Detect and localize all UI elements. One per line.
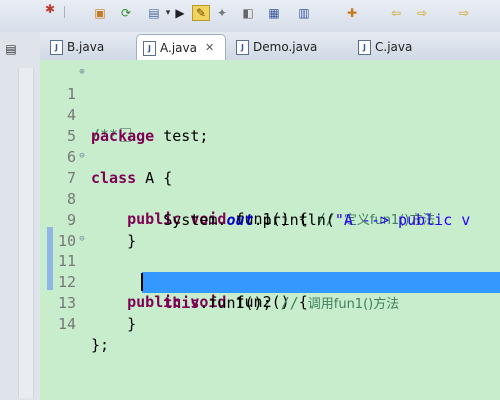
toolbar-separator	[64, 6, 65, 18]
code-text: }	[91, 314, 137, 333]
package-explorer-icon[interactable]: ▤	[0, 38, 22, 60]
java-file-icon: J	[358, 39, 371, 55]
highlight-icon[interactable]: ✎	[192, 5, 210, 21]
window-icon[interactable]: ▥	[296, 6, 312, 20]
toolbox-icon[interactable]: ▣	[92, 6, 108, 20]
fold-expand-icon[interactable]: ⊕	[78, 68, 86, 77]
code-line[interactable]: 6 class A {	[40, 126, 500, 187]
code-line[interactable]: 8 System.out.println("A --> public v	[40, 168, 500, 229]
code-line[interactable]: 10	[40, 210, 500, 250]
code-line[interactable]: 4 package test;	[40, 84, 500, 145]
step-icon[interactable]: ▶	[172, 6, 188, 20]
run-icon[interactable]: ⟳	[118, 6, 134, 20]
editor-tab-strip: J B.java J A.java ✕ J Demo.java J C.java	[40, 32, 500, 61]
java-file-icon: J	[236, 39, 249, 55]
close-icon[interactable]: ✕	[205, 35, 214, 61]
pin-icon[interactable]: ✦	[214, 6, 230, 20]
back-icon[interactable]: ⇦	[388, 6, 404, 20]
tab-label: Demo.java	[253, 40, 318, 54]
code-line[interactable]: 12 this.fun1(); // 调用fun1()方法	[40, 251, 500, 312]
navigate-icon[interactable]: ✚	[344, 6, 360, 20]
left-side-panel: ▤	[0, 32, 41, 400]
tab-label: B.java	[67, 40, 105, 54]
tab-demo-java[interactable]: J Demo.java	[230, 34, 340, 60]
line-number: 14	[57, 314, 76, 333]
code-line[interactable]: 11 ⊖ public void fun2() {	[40, 230, 500, 312]
tab-b-java[interactable]: J B.java	[44, 34, 134, 60]
code-line[interactable]: 14 };	[40, 293, 500, 354]
code-line[interactable]: 1 ⊕ /**	[40, 63, 500, 144]
code-line[interactable]: 7 ⊖ public void fun1() { // 定义fun1()方法	[40, 147, 500, 229]
terminal-icon[interactable]: ▦	[266, 6, 282, 20]
left-panel-scroll[interactable]	[18, 68, 34, 398]
tab-label: C.java	[375, 40, 413, 54]
sync-icon[interactable]: ◧	[240, 6, 256, 20]
tab-c-java[interactable]: J C.java	[352, 34, 442, 60]
forward-icon[interactable]: ⇨	[414, 6, 430, 20]
code-text: };	[91, 335, 110, 354]
fold-collapse-icon[interactable]: ⊖	[78, 152, 86, 161]
selection-highlight	[142, 272, 500, 293]
tab-label: A.java	[160, 41, 197, 55]
tab-a-java[interactable]: J A.java ✕	[136, 34, 226, 61]
code-line[interactable]: 5	[40, 105, 500, 145]
code-editor[interactable]: 1 ⊕ /** 4 package test; 5 6 class A { 7 …	[40, 60, 500, 400]
text-caret	[141, 273, 143, 291]
java-file-icon: J	[143, 40, 156, 56]
debug-icon[interactable]: ✱	[42, 2, 58, 16]
code-line[interactable]: 9 }	[40, 189, 500, 250]
fold-collapse-icon[interactable]: ⊖	[78, 235, 86, 244]
java-file-icon: J	[50, 39, 63, 55]
extra-icon[interactable]: ⇨	[456, 6, 472, 20]
main-toolbar: ✱ ▣ ⟳ ▤ ▾ ▶ ✎ ✦ ◧ ▦ ▥ ✚ ⇦ ⇨ ⇨	[0, 0, 500, 33]
